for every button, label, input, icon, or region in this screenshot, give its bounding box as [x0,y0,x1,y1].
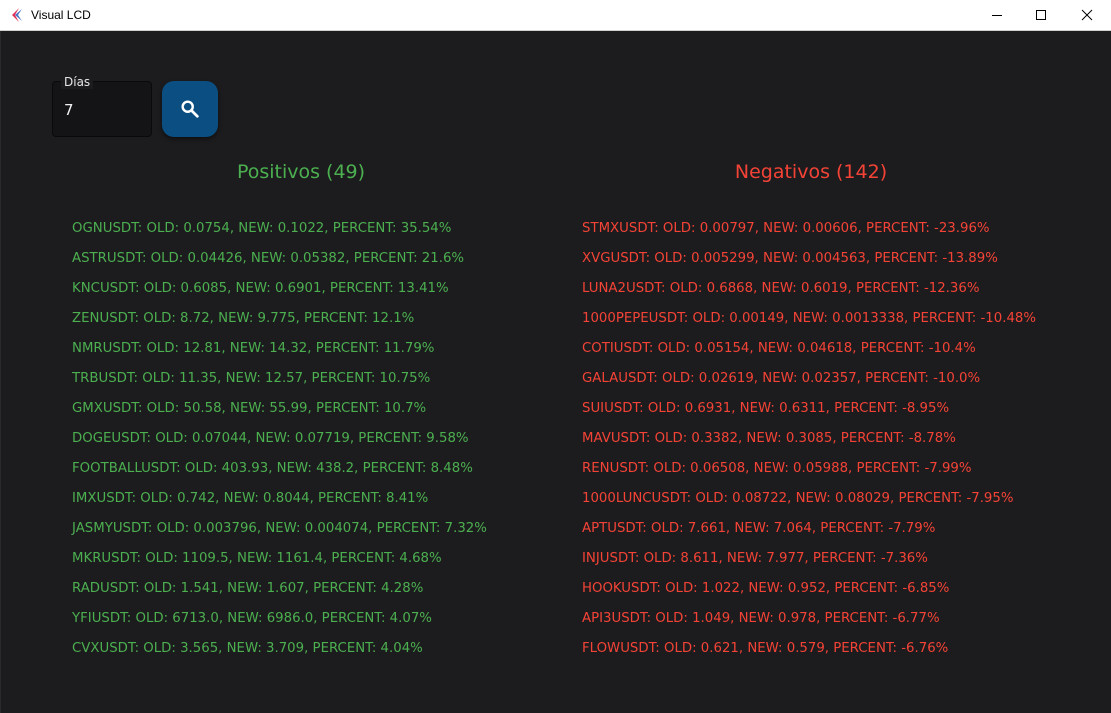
list-item: MKRUSDT: OLD: 1109.5, NEW: 1161.4, PERCE… [72,551,442,566]
list-item: XVGUSDT: OLD: 0.005299, NEW: 0.004563, P… [582,251,998,266]
list-item: FOOTBALLUSDT: OLD: 403.93, NEW: 438.2, P… [72,461,473,476]
list-item: DOGEUSDT: OLD: 0.07044, NEW: 0.07719, PE… [72,431,469,446]
list-item: GMXUSDT: OLD: 50.58, NEW: 55.99, PERCENT… [72,401,427,416]
maximize-button[interactable] [1018,0,1064,30]
title-bar: Visual LCD [0,0,1111,31]
list-item: COTIUSDT: OLD: 0.05154, NEW: 0.04618, PE… [582,341,976,356]
list-item: API3USDT: OLD: 1.049, NEW: 0.978, PERCEN… [582,611,940,626]
list-item: ZENUSDT: OLD: 8.72, NEW: 9.775, PERCENT:… [72,311,415,326]
list-item: IMXUSDT: OLD: 0.742, NEW: 0.8044, PERCEN… [72,491,429,506]
list-item: NMRUSDT: OLD: 12.81, NEW: 14.32, PERCENT… [72,341,435,356]
list-item: SUIUSDT: OLD: 0.6931, NEW: 0.6311, PERCE… [582,401,950,416]
negatives-list: STMXUSDT: OLD: 0.00797, NEW: 0.00606, PE… [582,214,1036,664]
list-item: 1000PEPEUSDT: OLD: 0.00149, NEW: 0.00133… [582,311,1036,326]
main-content: Días Positivos (49) Negativos (142) OGNU… [0,31,1111,713]
list-item: RADUSDT: OLD: 1.541, NEW: 1.607, PERCENT… [72,581,424,596]
list-item: TRBUSDT: OLD: 11.35, NEW: 12.57, PERCENT… [72,371,431,386]
minimize-button[interactable] [974,0,1020,30]
list-item: OGNUSDT: OLD: 0.0754, NEW: 0.1022, PERCE… [72,221,452,236]
minimize-icon [992,15,1002,16]
close-button[interactable] [1064,0,1110,30]
flutter-logo-icon [12,8,22,22]
list-item: GALAUSDT: OLD: 0.02619, NEW: 0.02357, PE… [582,371,981,386]
positives-title: Positivos (49) [236,161,366,183]
list-item: ASTRUSDT: OLD: 0.04426, NEW: 0.05382, PE… [72,251,465,266]
positives-list: OGNUSDT: OLD: 0.0754, NEW: 0.1022, PERCE… [72,214,487,664]
list-item: MAVUSDT: OLD: 0.3382, NEW: 0.3085, PERCE… [582,431,956,446]
maximize-icon [1036,10,1046,20]
list-item: HOOKUSDT: OLD: 1.022, NEW: 0.952, PERCEN… [582,581,950,596]
list-item: KNCUSDT: OLD: 0.6085, NEW: 0.6901, PERCE… [72,281,449,296]
list-item: RENUSDT: OLD: 0.06508, NEW: 0.05988, PER… [582,461,972,476]
list-item: LUNA2USDT: OLD: 0.6868, NEW: 0.6019, PER… [582,281,980,296]
list-item: JASMYUSDT: OLD: 0.003796, NEW: 0.004074,… [72,521,487,536]
list-item: FLOWUSDT: OLD: 0.621, NEW: 0.579, PERCEN… [582,641,949,656]
list-item: INJUSDT: OLD: 8.611, NEW: 7.977, PERCENT… [582,551,928,566]
search-icon [181,100,199,118]
days-label: Días [61,75,94,89]
list-item: CVXUSDT: OLD: 3.565, NEW: 3.709, PERCENT… [72,641,423,656]
list-item: YFIUSDT: OLD: 6713.0, NEW: 6986.0, PERCE… [72,611,432,626]
days-input[interactable] [64,101,134,119]
window-title: Visual LCD [31,8,91,22]
close-icon [1081,9,1093,21]
list-item: 1000LUNCUSDT: OLD: 0.08722, NEW: 0.08029… [582,491,1014,506]
list-item: STMXUSDT: OLD: 0.00797, NEW: 0.00606, PE… [582,221,990,236]
negatives-title: Negativos (142) [734,161,888,183]
list-item: APTUSDT: OLD: 7.661, NEW: 7.064, PERCENT… [582,521,936,536]
search-button[interactable] [162,81,218,137]
